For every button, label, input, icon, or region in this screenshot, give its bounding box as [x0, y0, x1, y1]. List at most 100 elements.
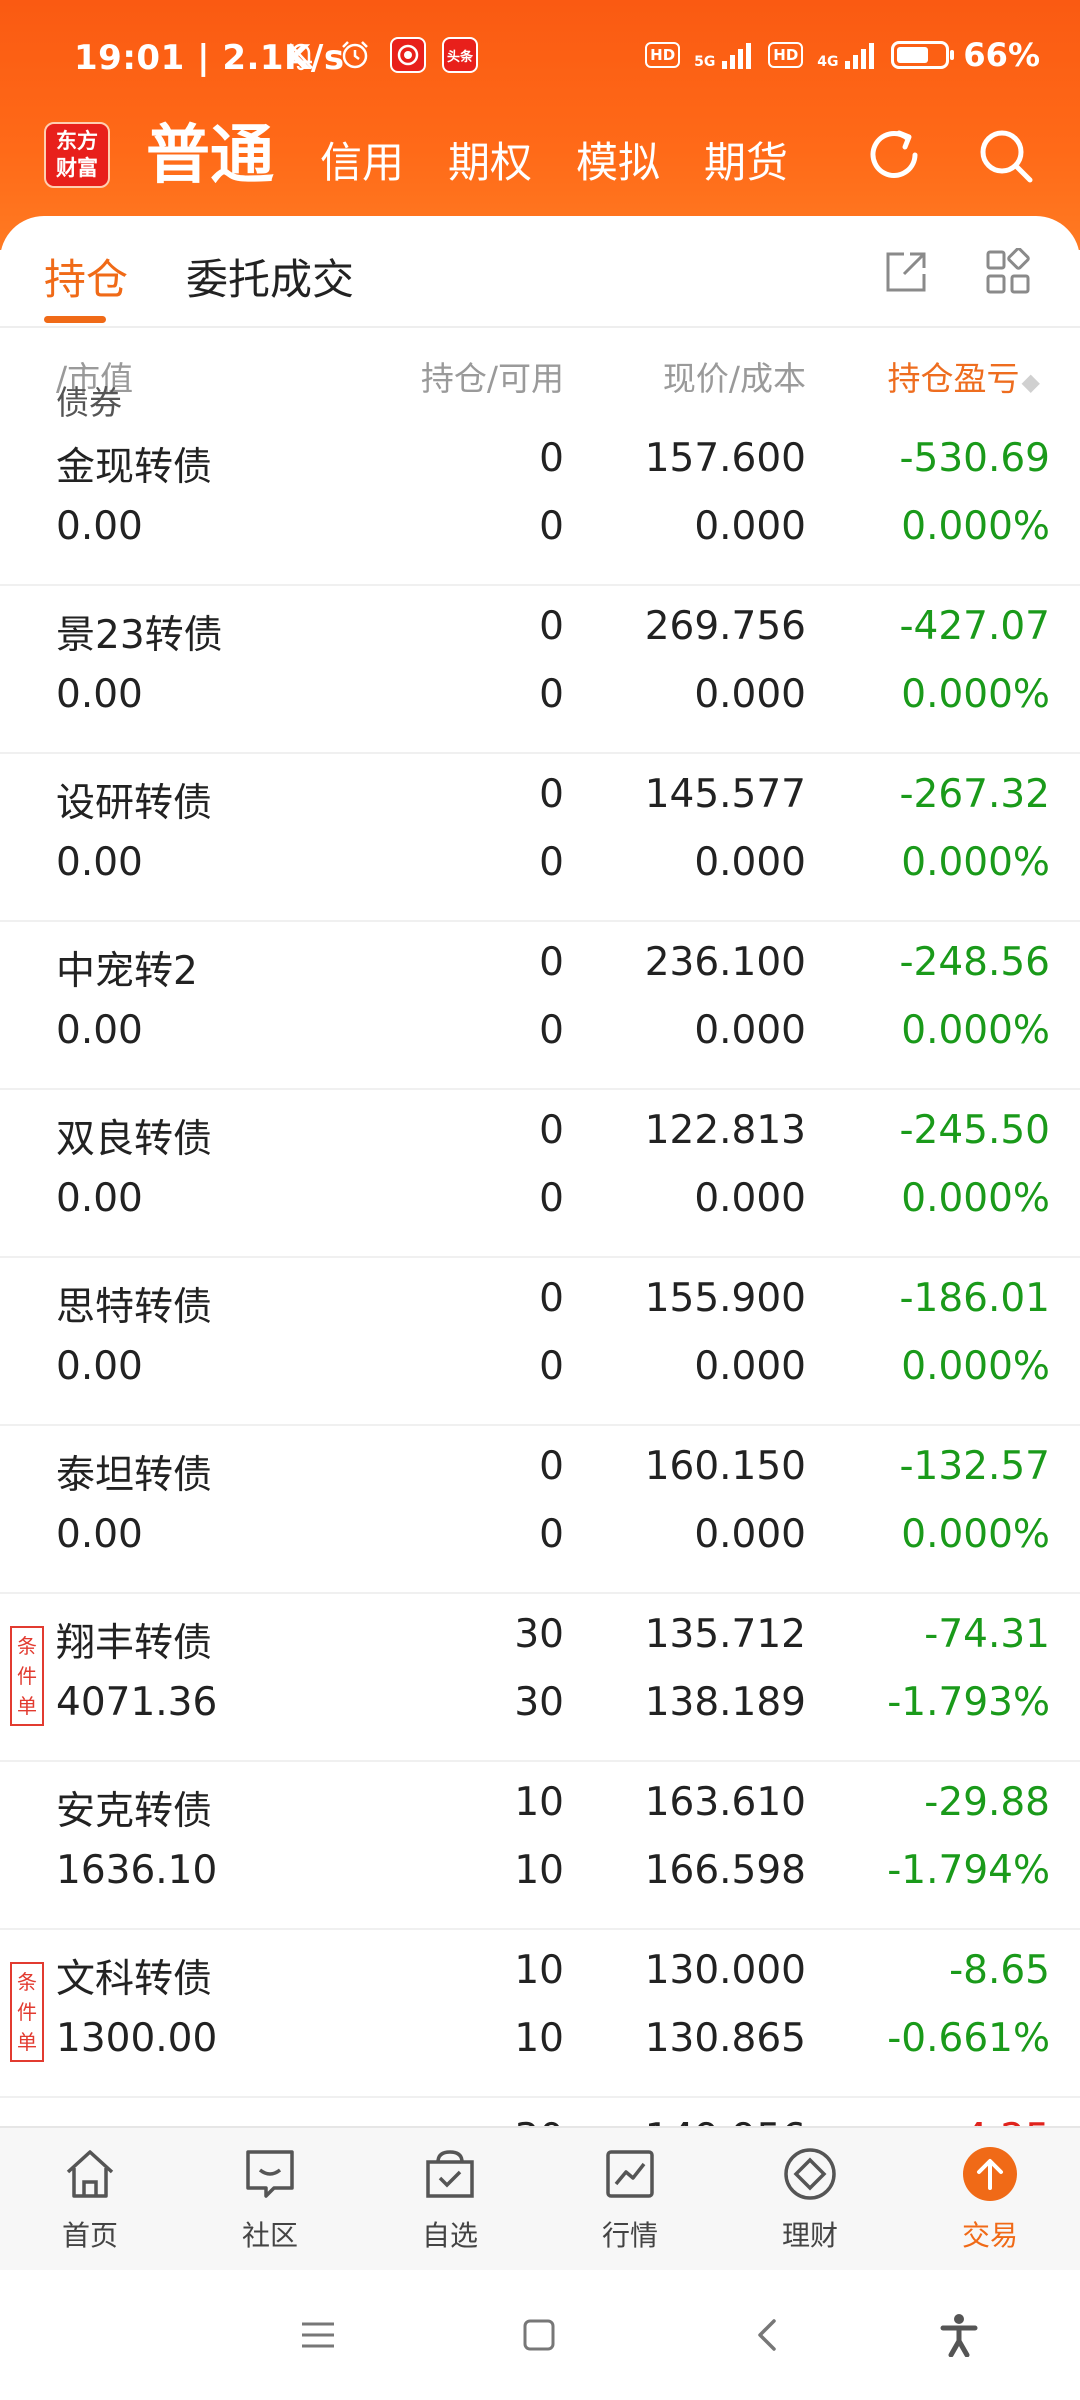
bell-muted-icon: [282, 36, 320, 74]
hd-icon: HD: [645, 42, 681, 68]
position-qty: 0: [539, 940, 564, 985]
table-row[interactable]: 金现转债 0.00 0 0 157.600 0.000 -530.69 0.000%: [0, 418, 1080, 586]
back-icon[interactable]: [742, 2310, 792, 2360]
market-value: 0.00: [56, 1008, 143, 1053]
status-bar: 19:01 | 2.1K/s 头条 HD 5G HD 4G 66%: [0, 0, 1080, 110]
position-qty: 0: [539, 604, 564, 649]
bottom-tab-wealth[interactable]: 理财: [720, 2128, 900, 2272]
position-qty: 0: [539, 1276, 564, 1321]
search-icon[interactable]: [970, 120, 1042, 192]
battery-percent: 66%: [963, 36, 1040, 74]
table-row[interactable]: 安克转债 1636.10 10 10 163.610 166.598 -29.88 -1.79…: [0, 1762, 1080, 1930]
refresh-icon[interactable]: [858, 120, 930, 192]
pl-amount: -132.57: [899, 1444, 1050, 1489]
pl-amount: -29.88: [924, 1780, 1050, 1825]
status-notification-icons: 头条: [282, 36, 478, 74]
pl-amount: -186.01: [899, 1276, 1050, 1321]
eastmoney-logo[interactable]: 东方 财富: [44, 122, 110, 188]
sub-tabs: 持仓 委托成交: [0, 216, 1080, 328]
bond-name: 中宠转2: [56, 949, 198, 994]
trade-icon: [958, 2142, 1022, 2206]
market-value: 1636.10: [56, 1848, 218, 1893]
available-qty: 0: [539, 840, 564, 885]
current-price: 122.813: [644, 1108, 806, 1153]
bottom-tab-market[interactable]: 行情: [540, 2128, 720, 2272]
market-value: 0.00: [56, 840, 143, 885]
conditional-order-tag[interactable]: 条件单: [10, 1626, 44, 1726]
col-bond: 债券/市值: [56, 359, 134, 422]
cost-price: 0.000: [694, 1008, 806, 1053]
position-qty: 0: [539, 772, 564, 817]
table-row[interactable]: 条件单翔丰转债 4071.36 30 30 135.712 138.189 -74.31 -1…: [0, 1594, 1080, 1762]
active-tab-indicator: [44, 316, 106, 323]
tab-normal[interactable]: 普通: [146, 104, 274, 210]
position-qty: 10: [514, 1780, 564, 1825]
grid-layout-icon[interactable]: [980, 244, 1036, 300]
bottom-tab-trade[interactable]: 交易: [900, 2128, 1080, 2272]
pl-amount: -427.07: [899, 604, 1050, 649]
market-value: 0.00: [56, 1344, 143, 1389]
pl-percent: 0.000%: [901, 672, 1050, 717]
market-icon: [598, 2142, 662, 2206]
table-row[interactable]: 中宠转2 0.00 0 0 236.100 0.000 -248.56 0.000%: [0, 922, 1080, 1090]
cost-price: 0.000: [694, 1344, 806, 1389]
tab-orders-trades[interactable]: 委托成交: [186, 246, 354, 307]
cost-price: 0.000: [694, 840, 806, 885]
status-system-icons: HD 5G HD 4G 66%: [645, 36, 1040, 74]
table-row[interactable]: 设研转债 0.00 0 0 145.577 0.000 -267.32 0.000%: [0, 754, 1080, 922]
current-price: 160.150: [644, 1444, 806, 1489]
bond-name: 双良转债: [56, 1117, 213, 1162]
community-icon: [238, 2142, 302, 2206]
available-qty: 0: [539, 1176, 564, 1221]
bottom-tab-community[interactable]: 社区: [180, 2128, 360, 2272]
bottom-tab-watchlist[interactable]: 自选: [360, 2128, 540, 2272]
current-price: 157.600: [644, 436, 806, 481]
home-square-icon[interactable]: [514, 2310, 564, 2360]
conditional-order-tag[interactable]: 条件单: [10, 1962, 44, 2062]
holdings-card: 持仓 委托成交 债券/市值 持仓/可用 现价/成本 持仓盈亏◆ 金现转债 0.00…: [0, 216, 1080, 2266]
cost-price: 0.000: [694, 672, 806, 717]
share-icon[interactable]: [878, 244, 934, 300]
holdings-list: 金现转债 0.00 0 0 157.600 0.000 -530.69 0.000% 景23转债…: [0, 418, 1080, 2266]
available-qty: 30: [514, 1680, 564, 1725]
battery-icon: [891, 41, 955, 69]
cost-price: 0.000: [694, 1512, 806, 1557]
tab-simulation[interactable]: 模拟: [576, 129, 660, 210]
tab-credit[interactable]: 信用: [320, 129, 404, 210]
sort-icon: ◆: [1021, 368, 1040, 396]
nav-actions: [858, 120, 1042, 192]
table-row[interactable]: 条件单文科转债 1300.00 10 10 130.000 130.865 -8.65 -0.…: [0, 1930, 1080, 2098]
current-price: 145.577: [644, 772, 806, 817]
available-qty: 0: [539, 504, 564, 549]
subtab-actions: [878, 244, 1036, 300]
col-price: 现价/成本: [662, 359, 806, 398]
current-price: 236.100: [644, 940, 806, 985]
network-5g-icon: 5G: [694, 41, 754, 69]
table-row[interactable]: 双良转债 0.00 0 0 122.813 0.000 -245.50 0.000%: [0, 1090, 1080, 1258]
pl-amount: -74.31: [924, 1612, 1050, 1657]
table-row[interactable]: 思特转债 0.00 0 0 155.900 0.000 -186.01 0.000%: [0, 1258, 1080, 1426]
tab-options[interactable]: 期权: [448, 129, 532, 210]
table-row[interactable]: 景23转债 0.00 0 0 269.756 0.000 -427.07 0.000%: [0, 586, 1080, 754]
menu-icon[interactable]: [293, 2310, 343, 2360]
position-qty: 0: [539, 436, 564, 481]
accessibility-icon[interactable]: [934, 2310, 984, 2360]
col-pl-sort[interactable]: 持仓盈亏◆: [888, 352, 1040, 400]
pl-percent: 0.000%: [901, 1512, 1050, 1557]
bond-name: 思特转债: [56, 1285, 213, 1330]
bottom-tab-home[interactable]: 首页: [0, 2128, 180, 2272]
pl-percent: 0.000%: [901, 1008, 1050, 1053]
hd-icon-2: HD: [768, 42, 804, 68]
system-nav-bar: [0, 2270, 1080, 2400]
table-row[interactable]: 泰坦转债 0.00 0 0 160.150 0.000 -132.57 0.000%: [0, 1426, 1080, 1594]
tab-futures[interactable]: 期货: [704, 129, 788, 210]
position-qty: 10: [514, 1948, 564, 1993]
watchlist-icon: [418, 2142, 482, 2206]
pl-percent: 0.000%: [901, 1176, 1050, 1221]
bottom-tab-bar: 首页 社区 自选 行情 理财 交易: [0, 2126, 1080, 2272]
current-price: 155.900: [644, 1276, 806, 1321]
tab-holdings[interactable]: 持仓: [44, 246, 128, 307]
network-4g-icon: 4G: [817, 41, 877, 69]
alarm-icon: [336, 36, 374, 74]
home-icon: [58, 2142, 122, 2206]
